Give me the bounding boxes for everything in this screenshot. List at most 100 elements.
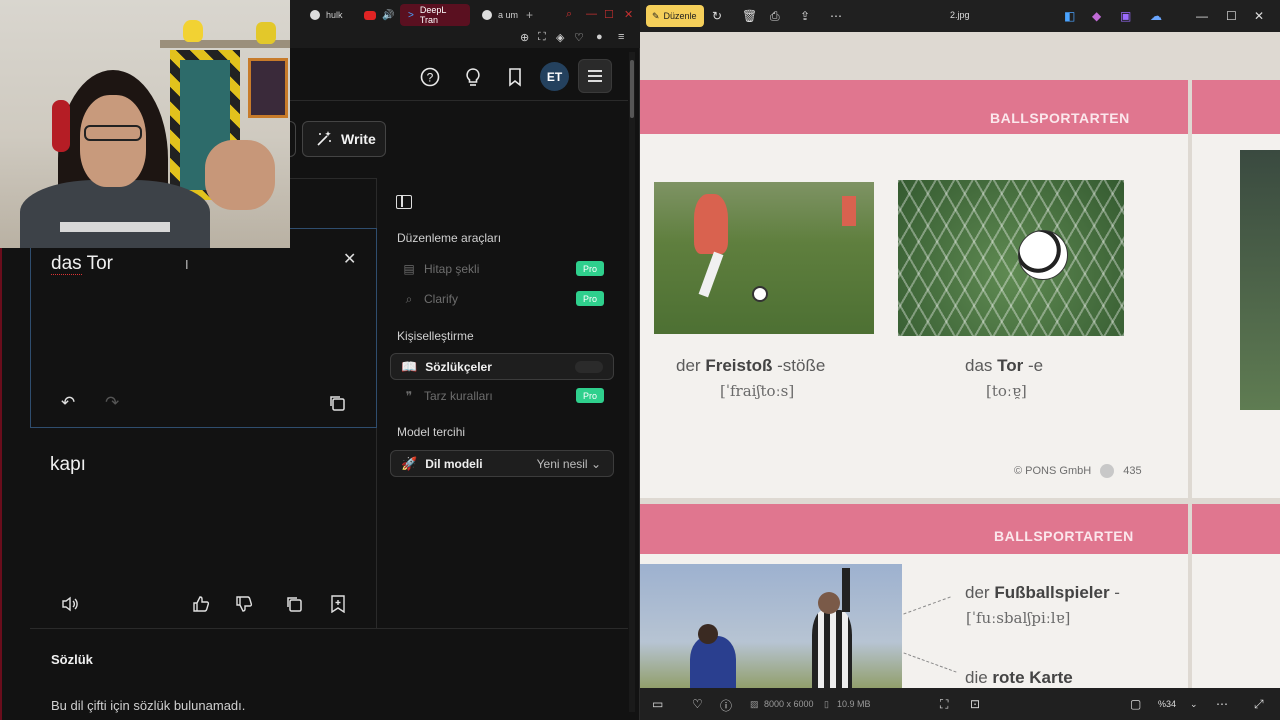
vocab-word-rote-karte: die rote Karte — [965, 668, 1073, 687]
freekick-photo — [654, 182, 874, 334]
aspect-icon[interactable]: ▢ — [1130, 697, 1141, 711]
tab-youtube[interactable]: 🔊 — [356, 4, 402, 26]
shield-icon[interactable]: ◈ — [556, 31, 564, 44]
glossary-toggle[interactable] — [575, 361, 603, 373]
menu-icon[interactable]: ≡ — [618, 31, 624, 43]
avatar[interactable]: ET — [540, 62, 569, 91]
profile-icon[interactable]: ● — [596, 31, 603, 43]
scrollbar-thumb[interactable] — [630, 60, 634, 118]
browser-window: hulk 🔊 > DeepL Tran a um + ⌕ — ☐ ✕ ⊕ ⛶ ◈ — [0, 0, 640, 720]
tool-clarify[interactable]: ⌕ Clarify Pro — [390, 286, 614, 312]
more-icon[interactable]: ⋯ — [830, 9, 842, 23]
app-icon[interactable]: ◧ — [1064, 9, 1075, 23]
screenshot-icon[interactable]: ⛶ — [538, 31, 546, 44]
pro-badge: Pro — [576, 261, 604, 276]
undo-icon[interactable]: ↶ — [61, 393, 75, 413]
file-name: 2.jpg — [950, 10, 970, 20]
deepl-icon: > — [408, 9, 414, 21]
dictionary-message: Bu dil çifti için sözlük bulunamadı. — [51, 698, 246, 713]
poster — [248, 58, 288, 118]
app-icon[interactable]: ▣ — [1120, 9, 1131, 23]
tool-style-rules[interactable]: ❞ Tarz kuralları Pro — [390, 383, 614, 409]
photo-viewer-window: ✎ Düzenle ↻ 🗑 ⎙ ⇪ ⋯ 2.jpg ◧ ◆ ▣ ☁ — ☐ ✕ … — [640, 0, 1280, 720]
source-text[interactable]: das Tor — [51, 253, 113, 275]
book-icon: 📖 — [401, 358, 418, 374]
translate-tab-edge[interactable] — [290, 121, 296, 157]
copyright-note: © PONS GmbH 435 — [1014, 464, 1142, 478]
youtube-icon — [364, 10, 376, 20]
search-icon: ⌕ — [405, 291, 413, 306]
new-tab-icon[interactable]: + — [526, 8, 533, 22]
document-icon: ▤ — [403, 262, 415, 276]
share-icon[interactable]: ⇪ — [800, 9, 810, 23]
model-select[interactable]: 🚀 Dil modeli Yeni nesil ⌄ — [390, 450, 614, 477]
search-icon[interactable]: ⌕ — [566, 8, 572, 21]
filmstrip-icon[interactable]: ▭ — [652, 697, 663, 711]
tab-a-um[interactable]: a um — [474, 4, 526, 26]
bookmark-icon[interactable] — [500, 62, 530, 92]
vocab-word-fussballspieler: der Fußballspieler - — [965, 583, 1120, 602]
copy-icon[interactable] — [284, 594, 304, 614]
help-icon[interactable]: ? — [415, 62, 445, 92]
speaker-icon[interactable] — [60, 594, 80, 614]
flashcard-photo: BALLSPORTARTEN der Freistoß -stöße [ˈfra… — [640, 32, 1280, 688]
webcam-overlay — [0, 0, 290, 248]
app-icon[interactable]: ◆ — [1092, 9, 1101, 23]
print-icon[interactable]: ⎙ — [770, 9, 780, 24]
favorite-icon[interactable]: ♡ — [692, 697, 703, 711]
chevron-down-icon[interactable]: ⌄ — [1190, 699, 1198, 710]
pro-badge: Pro — [576, 388, 604, 403]
speaker-icon: 🔊 — [382, 9, 395, 21]
fit-screen-icon[interactable]: ⛶ — [940, 697, 948, 712]
pons-logo-icon — [1100, 464, 1115, 478]
thumbs-down-icon[interactable] — [234, 594, 254, 614]
ipa-freistoss: [ˈfraiʃtoːs] — [720, 382, 795, 400]
maximize-icon[interactable]: ☐ — [1226, 9, 1237, 23]
target-text-area: kapı — [30, 428, 377, 628]
info-icon[interactable]: ⓘ — [720, 697, 732, 714]
minimize-icon[interactable]: — — [586, 8, 597, 20]
save-bookmark-icon[interactable] — [328, 594, 348, 614]
tool-tone[interactable]: ▤ Hitap şekli Pro — [390, 256, 614, 282]
rotate-icon[interactable]: ↻ — [712, 9, 722, 23]
scrollbar[interactable] — [629, 52, 635, 712]
glossary-row[interactable]: 📖 Sözlükçeler — [390, 353, 614, 380]
card-band-title: BALLSPORTARTEN — [994, 528, 1134, 544]
redo-icon[interactable]: ↷ — [105, 393, 119, 413]
pencil-icon: ✎ — [652, 10, 660, 21]
file-icon: ▯ — [824, 699, 829, 709]
pikachu-figure — [183, 20, 203, 42]
tab-deepl[interactable]: > DeepL Tran — [400, 4, 470, 26]
close-window-icon[interactable]: ✕ — [1254, 9, 1264, 23]
image-dimensions: 8000 x 6000 — [764, 699, 814, 709]
clear-text-icon[interactable]: ✕ — [343, 249, 356, 269]
more-icon[interactable]: ⋯ — [1216, 697, 1228, 711]
zoom-level[interactable]: %34 — [1158, 699, 1176, 709]
cloud-icon[interactable]: ☁ — [1150, 9, 1162, 23]
close-window-icon[interactable]: ✕ — [624, 8, 633, 21]
vocab-word-tor: das Tor -e — [965, 356, 1044, 375]
heart-icon[interactable]: ♡ — [574, 31, 584, 44]
source-text-area[interactable]: das Tor I ✕ ↶ ↷ — [30, 228, 377, 428]
tab-hulk[interactable]: hulk — [302, 4, 351, 26]
menu-button[interactable] — [578, 59, 612, 93]
thumbs-up-icon[interactable] — [191, 594, 211, 614]
chevron-down-icon: ⌄ — [590, 457, 601, 471]
maximize-icon[interactable]: ☐ — [604, 8, 614, 21]
figure — [256, 22, 276, 44]
write-button[interactable]: Write — [302, 121, 386, 157]
referee-photo — [640, 564, 902, 688]
vocab-word-freistoss: der Freistoß -stöße — [676, 356, 826, 375]
delete-icon[interactable]: 🗑 — [742, 9, 757, 23]
image-icon: ▨ — [750, 699, 759, 709]
lightbulb-icon[interactable] — [458, 62, 488, 92]
goal-net-photo — [898, 180, 1124, 336]
copy-icon[interactable] — [329, 395, 345, 411]
fullscreen-icon[interactable]: ⤢ — [1254, 697, 1264, 712]
scan-icon[interactable]: ⊡ — [970, 697, 980, 711]
side-panel-toggle-icon[interactable] — [396, 195, 412, 209]
edit-button[interactable]: ✎ Düzenle — [646, 5, 704, 27]
minimize-icon[interactable]: — — [1196, 9, 1208, 23]
zoom-icon[interactable]: ⊕ — [520, 31, 529, 44]
target-text: kapı — [50, 454, 86, 475]
